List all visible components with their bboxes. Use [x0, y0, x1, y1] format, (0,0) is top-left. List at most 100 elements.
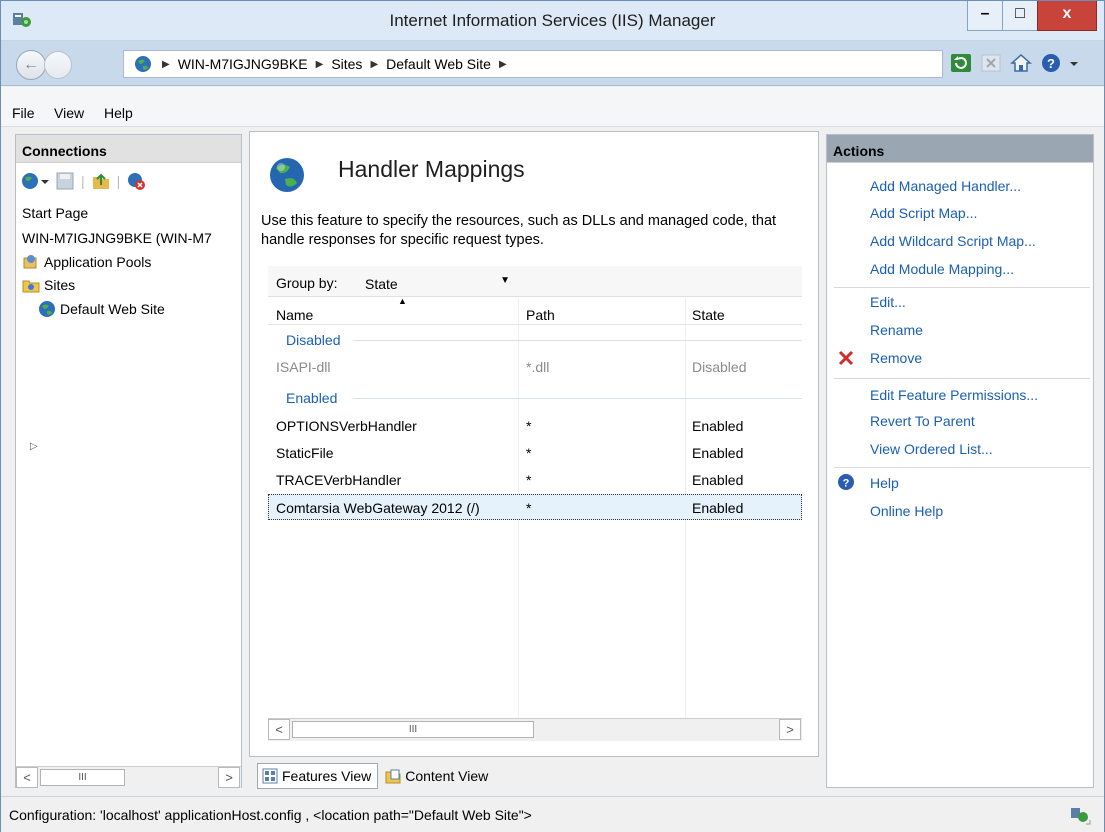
action-rename[interactable]: Rename	[870, 322, 923, 338]
tab-features-view[interactable]: Features View	[257, 763, 379, 789]
svg-text:?: ?	[1047, 56, 1055, 71]
table-row-selected[interactable]: Comtarsia WebGateway 2012 (/) * Enabled	[268, 494, 802, 520]
scroll-thumb[interactable]: III	[292, 721, 534, 738]
group-label: Enabled	[286, 390, 338, 406]
sort-ascending-icon: ▲	[398, 298, 407, 306]
minimize-icon: –	[980, 5, 990, 22]
menu-file[interactable]: File	[12, 105, 35, 121]
maximize-button[interactable]: □	[1002, 1, 1038, 31]
toolbar-divider: |	[116, 173, 121, 189]
action-view-ordered-list[interactable]: View Ordered List...	[870, 441, 993, 457]
tree-server-node[interactable]: WIN-M7IGJNG9BKE (WIN-M7	[22, 230, 240, 246]
breadcrumb-separator-icon: ▶	[498, 59, 507, 70]
actions-divider	[834, 467, 1090, 468]
content-view-icon	[385, 769, 401, 784]
connect-icon[interactable]	[21, 171, 49, 191]
row-name: ISAPI-dll	[276, 359, 331, 375]
action-add-wildcard-script-map[interactable]: Add Wildcard Script Map...	[870, 233, 1036, 249]
tree-start-page[interactable]: Start Page	[22, 205, 88, 221]
column-header-state[interactable]: State	[692, 307, 725, 323]
grid-header: Name ▲ Path State	[268, 298, 802, 325]
row-path: *	[526, 500, 532, 516]
tab-features-view-label: Features View	[282, 768, 372, 784]
table-row[interactable]: StaticFile * Enabled	[268, 439, 802, 465]
menu-view[interactable]: View	[54, 105, 84, 121]
tree-default-web-site[interactable]: Default Web Site	[38, 300, 165, 318]
stop-icon[interactable]	[979, 51, 1003, 75]
group-label: Disabled	[286, 332, 341, 348]
actions-panel: Actions Add Managed Handler... Add Scrip…	[826, 134, 1094, 788]
group-header-enabled[interactable]: Enabled	[268, 387, 802, 409]
column-header-name[interactable]: Name	[276, 307, 313, 323]
chevron-down-icon: ▼	[500, 275, 510, 286]
back-button[interactable]: ←	[16, 50, 46, 80]
row-state: Enabled	[692, 472, 744, 488]
maximize-icon: □	[1015, 5, 1025, 22]
group-divider	[353, 340, 802, 341]
tree-default-web-site-label: Default Web Site	[60, 301, 165, 317]
scroll-left-icon[interactable]: <	[268, 719, 290, 740]
row-path: *.dll	[526, 359, 550, 375]
action-edit-feature-permissions[interactable]: Edit Feature Permissions...	[870, 387, 1038, 403]
action-add-script-map[interactable]: Add Script Map...	[870, 205, 977, 221]
breadcrumb-sites[interactable]: Sites	[331, 56, 362, 73]
expand-triangle-icon[interactable]: ▷	[30, 441, 38, 452]
breadcrumb-default-site[interactable]: Default Web Site	[386, 56, 491, 73]
action-remove[interactable]: Remove	[870, 350, 922, 366]
table-row[interactable]: TRACEVerbHandler * Enabled	[268, 466, 802, 492]
action-add-managed-handler[interactable]: Add Managed Handler...	[870, 178, 1021, 194]
scroll-thumb[interactable]: III	[40, 769, 125, 786]
globe-icon	[135, 56, 151, 72]
menu-help[interactable]: Help	[104, 105, 133, 121]
tree-sites[interactable]: Sites	[22, 276, 75, 294]
tree-app-pools[interactable]: Application Pools	[22, 253, 151, 271]
action-help[interactable]: Help	[870, 475, 899, 491]
view-tabs: Features View Content View	[257, 763, 495, 789]
table-row[interactable]: ISAPI-dll *.dll Disabled	[268, 353, 802, 379]
action-revert-to-parent[interactable]: Revert To Parent	[870, 413, 975, 429]
remove-x-icon	[838, 350, 854, 366]
network-status-icon	[1071, 808, 1091, 825]
scroll-right-icon[interactable]: >	[218, 767, 240, 788]
home-icon[interactable]	[1009, 51, 1033, 75]
refresh-icon[interactable]	[949, 51, 973, 75]
help-icon[interactable]: ?	[1039, 51, 1063, 75]
title-bar: Internet Information Services (IIS) Mana…	[1, 1, 1104, 41]
forward-button[interactable]	[44, 51, 72, 79]
grid-horizontal-scrollbar[interactable]: < III >	[268, 718, 802, 741]
toolbar-divider: |	[81, 173, 85, 189]
breadcrumb[interactable]: ▶ WIN-M7IGJNG9BKE ▶ Sites ▶ Default Web …	[123, 50, 943, 78]
feature-panel: Handler Mappings Use this feature to spe…	[249, 131, 819, 757]
action-add-module-mapping[interactable]: Add Module Mapping...	[870, 261, 1014, 277]
connections-header: Connections	[16, 135, 241, 163]
group-by-select[interactable]: State ▼	[360, 271, 515, 293]
row-state: Enabled	[692, 445, 744, 461]
row-path: *	[526, 418, 532, 434]
grid-scroll-track[interactable]: < III >	[268, 719, 802, 741]
actions-divider	[834, 378, 1090, 379]
row-state: Enabled	[692, 418, 744, 434]
scroll-right-icon[interactable]: >	[779, 719, 801, 740]
close-button[interactable]: x	[1037, 1, 1097, 31]
table-row[interactable]: OPTIONSVerbHandler * Enabled	[268, 412, 802, 438]
scroll-left-icon[interactable]: <	[16, 767, 38, 788]
help-dropdown-chevron-down-icon[interactable]	[1069, 51, 1079, 75]
back-arrow-icon: ←	[23, 56, 39, 73]
delete-connection-icon[interactable]	[126, 171, 146, 191]
action-online-help[interactable]: Online Help	[870, 503, 943, 519]
application-pools-icon	[23, 255, 37, 269]
action-edit[interactable]: Edit...	[870, 294, 906, 310]
globe-icon	[39, 301, 55, 317]
tab-content-view[interactable]: Content View	[380, 763, 495, 789]
breadcrumb-server[interactable]: WIN-M7IGJNG9BKE	[178, 56, 308, 73]
minimize-button[interactable]: –	[967, 1, 1003, 31]
save-icon[interactable]	[55, 171, 75, 191]
status-text: Configuration: 'localhost' applicationHo…	[9, 807, 532, 823]
column-header-path[interactable]: Path	[526, 307, 555, 323]
connections-horizontal-scrollbar[interactable]: < III >	[16, 766, 241, 788]
up-icon[interactable]	[91, 171, 111, 191]
row-name: TRACEVerbHandler	[276, 472, 402, 488]
group-header-disabled[interactable]: Disabled	[268, 329, 802, 351]
tree-app-pools-label: Application Pools	[44, 254, 152, 270]
actions-header: Actions	[827, 135, 1093, 163]
